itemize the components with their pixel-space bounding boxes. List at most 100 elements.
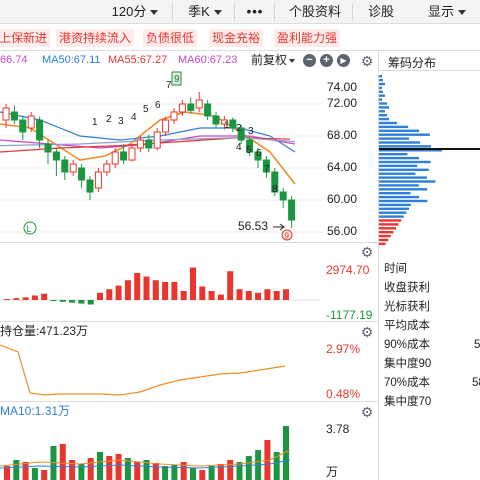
candle-body: [86, 179, 94, 193]
ma-value-first: 66.74: [0, 54, 28, 66]
gear-icon[interactable]: ⚙: [360, 245, 374, 259]
gear-icon[interactable]: ⚙: [360, 325, 374, 339]
divider: [234, 3, 235, 21]
price-tick: 56.00: [327, 224, 358, 238]
adjust-mode-select[interactable]: 前复权: [251, 51, 296, 69]
low-price-label: 56.53: [238, 219, 269, 233]
holding-top-value: 2.97%: [326, 342, 361, 356]
macd-bar: [106, 289, 113, 300]
divider: [172, 3, 173, 21]
chip-bar: [379, 114, 387, 117]
macd-bar: [227, 271, 234, 300]
candle-body: [111, 151, 119, 165]
play-button[interactable]: ▶: [337, 54, 350, 67]
tag-item[interactable]: 负债很低: [143, 29, 198, 47]
macd-bar: [78, 300, 85, 304]
nine-turn-label: 1: [92, 117, 98, 128]
tab-stock-profile[interactable]: 个股资料: [280, 0, 350, 24]
chip-bar: [379, 94, 385, 97]
tab-period-120min[interactable]: 120分: [100, 0, 170, 24]
chip-bar: [379, 180, 436, 183]
chip-bar: [379, 227, 396, 230]
holding-title: 持仓量:471.23万: [0, 324, 89, 338]
macd-bar: [124, 280, 131, 300]
tag-item[interactable]: 港资持续流入: [56, 29, 135, 47]
volume-bar: [152, 463, 159, 480]
macd-top-value: 2974.70: [326, 263, 370, 277]
macd-bar: [190, 267, 196, 300]
stock-profile-label: 个股资料: [288, 4, 341, 19]
macd-bar: [31, 295, 38, 300]
info-label: 70%成本: [384, 377, 431, 389]
volume-top-value: 3.78: [326, 422, 350, 436]
macd-bar: [69, 300, 76, 303]
macd-bar: [283, 289, 289, 300]
info-value: 58: [472, 377, 480, 389]
divider: [352, 3, 353, 21]
zoom-in-button[interactable]: +: [320, 54, 333, 67]
chip-bar: [379, 195, 419, 199]
macd-bar: [273, 291, 280, 300]
volume-bars: [0, 426, 291, 480]
candle-body: [61, 159, 69, 173]
chip-bar: [379, 78, 383, 82]
chip-bar: [379, 192, 411, 195]
chip-bar: [379, 141, 420, 144]
chevron-down-icon: [289, 58, 296, 63]
chevron-down-icon: [150, 10, 159, 16]
nine-turn-label: 2: [106, 114, 112, 125]
candle-body: [36, 119, 44, 141]
macd-bar: [152, 280, 159, 300]
volume-bar: [190, 468, 196, 480]
tab-season-k[interactable]: 季K: [176, 0, 234, 24]
gear-icon[interactable]: ⚙: [360, 54, 374, 68]
macd-bar: [87, 300, 94, 305]
nine-turn-label: 6: [256, 148, 262, 159]
diagnose-label: 诊股: [367, 4, 394, 19]
kline-chart[interactable]: 123456781234567899L: [0, 70, 378, 242]
candle-body: [145, 139, 153, 149]
info-label: 90%成本: [384, 339, 431, 351]
chip-bar: [379, 82, 385, 86]
info-label: 集中度70: [384, 396, 432, 408]
candle-body: [229, 119, 237, 129]
candle-body: [178, 103, 186, 113]
tag-item[interactable]: 盈利能力强: [274, 29, 341, 47]
tab-diagnose[interactable]: 诊股: [356, 0, 406, 24]
volume-bar: [106, 456, 113, 480]
chip-bar: [379, 90, 383, 93]
volume-bar: [227, 460, 234, 480]
chip-bar: [379, 211, 407, 214]
macd-bar: [162, 282, 169, 300]
nine-turn-label: 6: [155, 100, 161, 111]
zoom-out-button[interactable]: −: [303, 54, 316, 67]
display-button[interactable]: 显示: [414, 0, 480, 24]
volume-unit: 万: [326, 465, 339, 479]
chip-bar: [379, 153, 408, 156]
chip-bar: [379, 125, 408, 129]
more-button[interactable]: •••: [240, 0, 270, 24]
macd-bar: [50, 300, 57, 301]
holding-bottom-value: 0.48%: [326, 387, 361, 401]
gear-icon[interactable]: ⚙: [360, 405, 374, 419]
macd-bar: [217, 294, 224, 300]
chip-bar: [379, 215, 404, 218]
nine-badge-bottom-label: 9: [285, 232, 290, 241]
chip-bar: [379, 242, 386, 246]
chip-bar: [379, 137, 409, 140]
chip-bar: [379, 231, 394, 234]
tag-item[interactable]: 上保新进: [0, 29, 51, 47]
nine-turn-label: 8: [272, 184, 278, 195]
chip-bar: [379, 98, 382, 101]
macd-bar: [22, 297, 29, 300]
candle-body: [204, 103, 212, 117]
volume-bar: [41, 470, 48, 480]
nine-turn-label: 1: [224, 120, 230, 131]
divider: [0, 401, 378, 402]
info-label: 平均成本: [384, 320, 430, 332]
macd-bar: [208, 291, 215, 300]
volume-bar: [208, 466, 215, 480]
tag-item[interactable]: 现金充裕: [209, 29, 264, 47]
volume-title: MA10:1.31万: [0, 404, 71, 418]
candle-body: [94, 171, 102, 189]
